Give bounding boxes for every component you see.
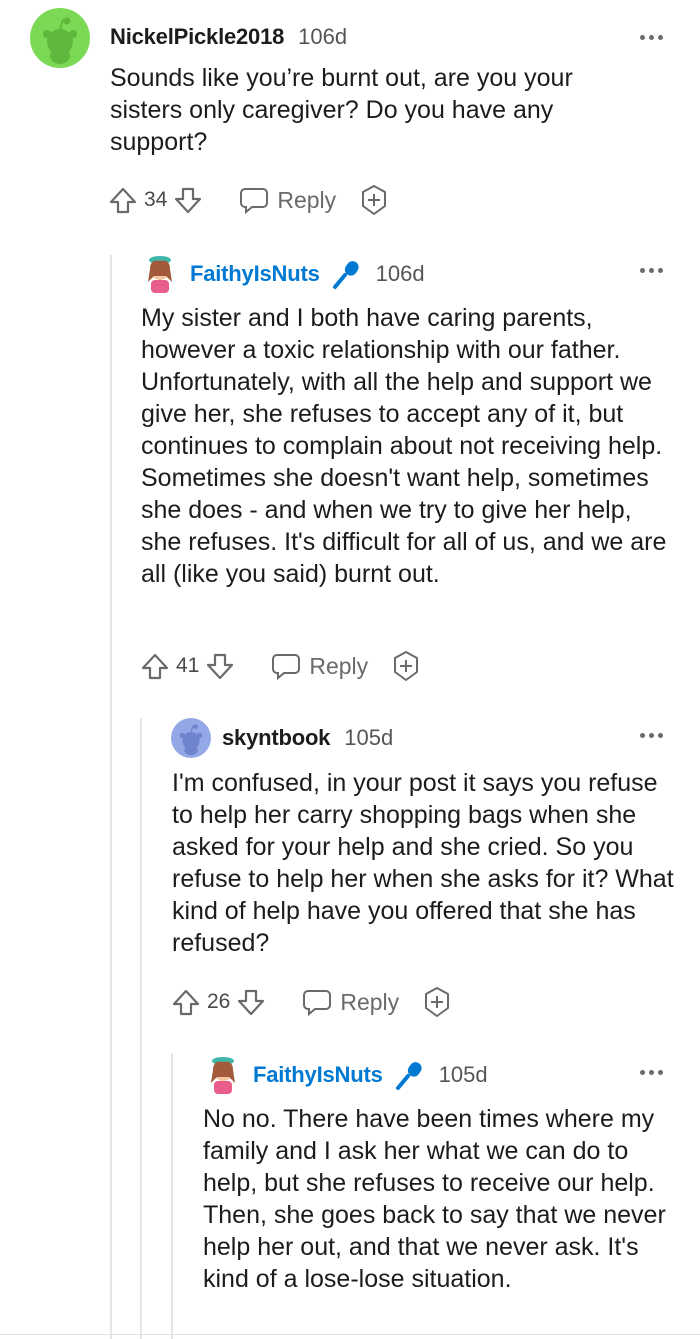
award-icon — [362, 185, 387, 215]
reply-label: Reply — [340, 988, 400, 1015]
upvote-icon[interactable] — [108, 185, 138, 215]
username[interactable]: FaithyIsNuts — [253, 1062, 383, 1088]
thread-line — [110, 255, 112, 1339]
avatar[interactable] — [171, 718, 211, 758]
comment-body: Sounds like you’re burnt out, are you yo… — [110, 64, 573, 156]
microphone-icon — [332, 258, 362, 290]
reply-icon — [272, 654, 301, 680]
downvote-icon[interactable] — [236, 987, 266, 1017]
thread-line — [171, 1053, 173, 1339]
comment-body: I'm confused, in your post it says you r… — [172, 769, 674, 957]
reply-label: Reply — [309, 652, 369, 679]
vote-score: 41 — [176, 654, 200, 677]
more-options-button[interactable] — [640, 720, 663, 750]
snoo-avatar-icon — [179, 724, 203, 756]
reply-button[interactable]: Reply — [271, 652, 368, 680]
award-button[interactable] — [421, 986, 453, 1018]
divider — [0, 1334, 700, 1335]
microphone-icon — [395, 1059, 425, 1091]
award-icon — [394, 651, 419, 681]
reply-button[interactable]: Reply — [302, 988, 399, 1016]
more-options-button[interactable] — [640, 255, 663, 285]
award-icon — [425, 987, 450, 1017]
award-button[interactable] — [390, 650, 422, 682]
award-button[interactable] — [358, 184, 390, 216]
username[interactable]: skyntbook — [222, 725, 330, 751]
downvote-icon[interactable] — [205, 651, 235, 681]
snoo-avatar-icon — [43, 17, 77, 64]
reply-button[interactable]: Reply — [239, 186, 336, 214]
reply-label: Reply — [277, 186, 337, 213]
more-options-button[interactable] — [640, 22, 663, 52]
thread-line — [140, 718, 142, 1339]
user-avatar-icon — [211, 1057, 235, 1094]
upvote-icon[interactable] — [171, 987, 201, 1017]
avatar[interactable] — [30, 8, 90, 68]
username[interactable]: FaithyIsNuts — [190, 261, 320, 287]
comment-age: 105d — [344, 725, 394, 750]
username[interactable]: NickelPickle2018 — [110, 24, 284, 50]
comment-age: 106d — [375, 261, 425, 286]
comment-age: 105d — [438, 1062, 488, 1087]
comment-body: No no. There have been times where my fa… — [203, 1105, 666, 1293]
user-avatar-icon — [148, 256, 172, 293]
comment-age: 106d — [298, 24, 348, 49]
vote-score: 26 — [207, 990, 231, 1013]
reply-icon — [240, 188, 269, 214]
upvote-icon[interactable] — [140, 651, 170, 681]
reply-icon — [303, 990, 332, 1016]
downvote-icon[interactable] — [173, 185, 203, 215]
comment-body: My sister and I both have caring parents… — [141, 304, 667, 588]
avatar[interactable] — [205, 1055, 241, 1095]
more-options-button[interactable] — [640, 1057, 663, 1087]
avatar[interactable] — [142, 254, 178, 294]
vote-score: 34 — [144, 188, 168, 211]
